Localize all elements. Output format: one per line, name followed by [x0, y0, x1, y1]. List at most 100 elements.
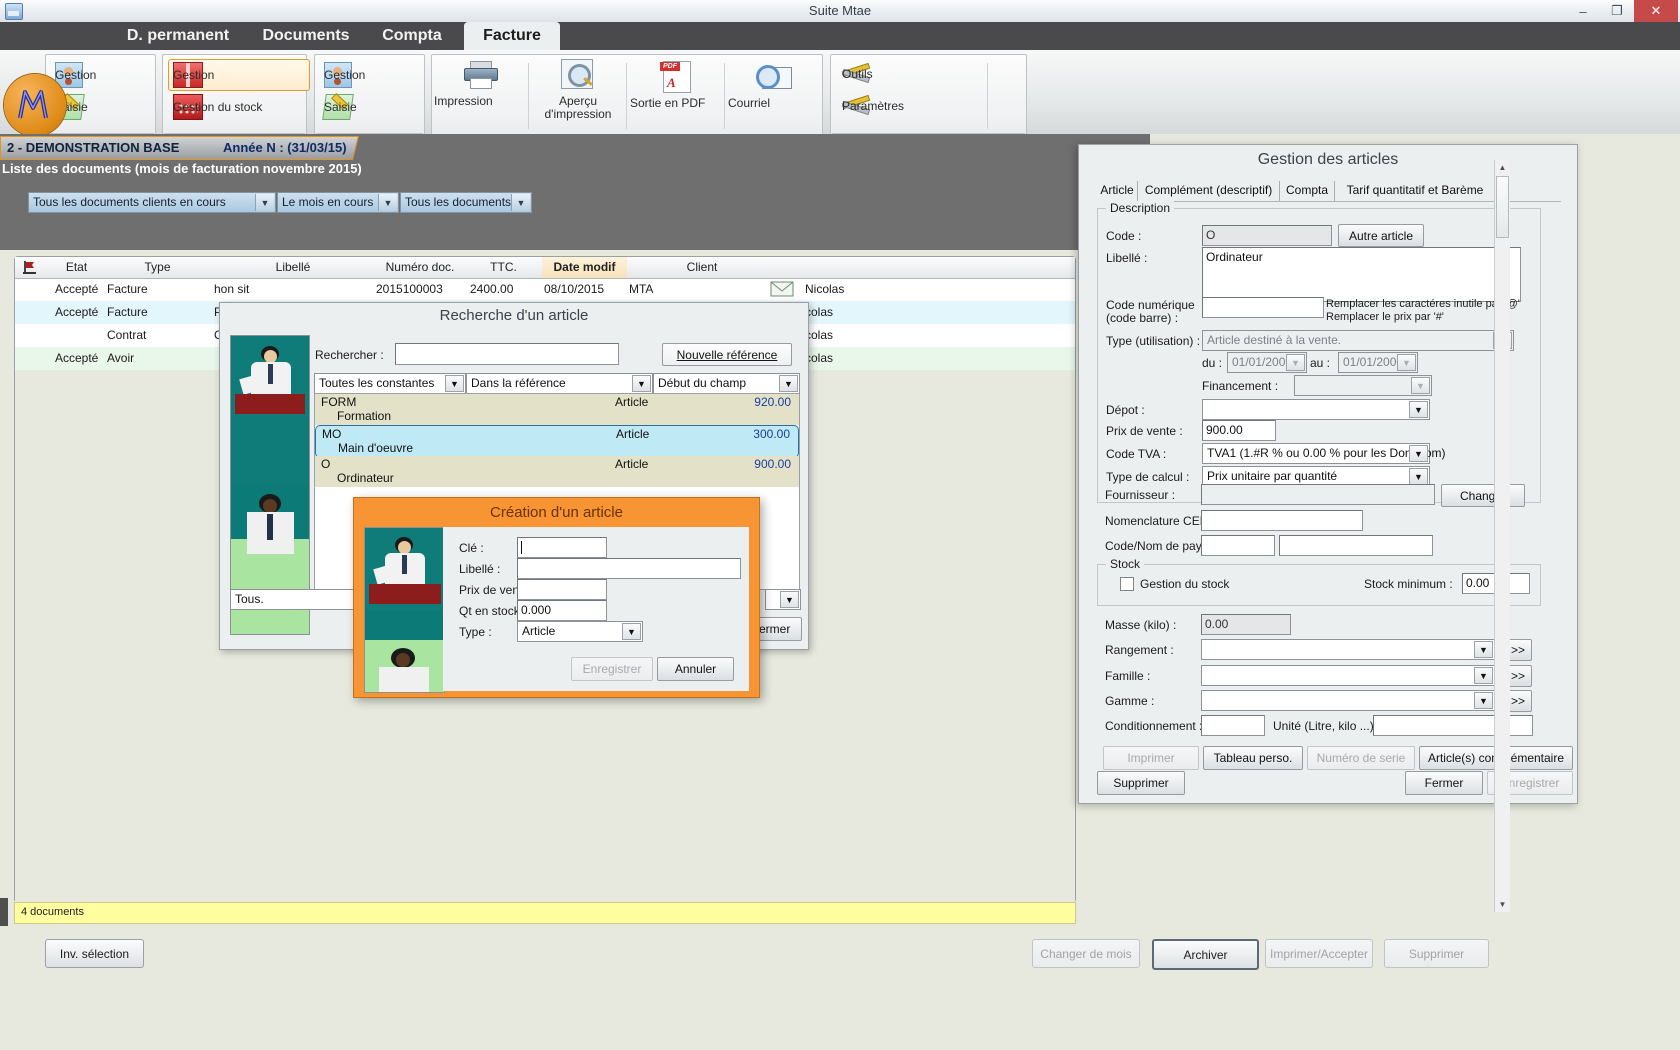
fournisseur-gestion-button[interactable]: Gestion	[319, 59, 429, 91]
filter-documents-select[interactable]: Tous les documents clients en cours ▼	[28, 192, 276, 213]
autre-article-button[interactable]: Autre article	[1338, 224, 1424, 247]
tab-article[interactable]: Article	[1097, 181, 1138, 203]
tab-compta[interactable]: Compta	[1280, 181, 1335, 201]
supprimer-button[interactable]: Supprimer	[1097, 771, 1185, 795]
base-tab[interactable]: 2 - DEMONSTRATION BASE Année N : (31/03/…	[0, 136, 358, 160]
list-item[interactable]: FORM Formation Article 920.00	[315, 394, 799, 425]
minimize-icon[interactable]: –	[1566, 1, 1600, 21]
libelle-input[interactable]	[517, 558, 741, 579]
financement-select[interactable]: ▼	[1294, 375, 1432, 396]
conditionnement-input[interactable]	[1201, 715, 1265, 736]
changer-de-mois-button[interactable]: Changer de mois	[1032, 939, 1140, 968]
prix-de-vente-input[interactable]: 900.00	[1202, 420, 1276, 441]
au-date-select[interactable]: 01/01/2000 ▼	[1338, 352, 1418, 373]
libelle-value: Ordinateur	[1206, 250, 1263, 264]
grid-header-ttc[interactable]: TTC.	[465, 257, 543, 278]
search-input[interactable]	[395, 343, 619, 365]
article-stock-button[interactable]: Gestion du stock	[168, 91, 310, 123]
grid-header-numero[interactable]: Numéro doc.	[375, 257, 466, 278]
list-item[interactable]: MO Main d'oeuvre Article 300.00	[315, 425, 799, 458]
au-label: au :	[1310, 356, 1330, 370]
article-gestion-button[interactable]: Gestion	[168, 59, 310, 91]
nomenclature-cee-input[interactable]	[1201, 510, 1363, 531]
chevron-down-icon: ▼	[632, 375, 651, 392]
list-item[interactable]: O Ordinateur Article 900.00	[315, 456, 799, 487]
sortie-pdf-button[interactable]: PDFA Sortie en PDF	[630, 61, 722, 94]
gamme-select[interactable]: ▼	[1201, 690, 1495, 711]
financement-label: Financement :	[1202, 379, 1278, 393]
search-bottom-select-2[interactable]: ▼	[765, 589, 801, 610]
search-match-select[interactable]: Début du champ ▼	[653, 373, 800, 394]
barcode-input[interactable]	[1202, 297, 1324, 318]
grid-header-flag[interactable]	[15, 257, 50, 278]
famille-select[interactable]: ▼	[1201, 665, 1495, 686]
code-input[interactable]: O	[1202, 225, 1332, 246]
code-pays-input[interactable]	[1201, 535, 1275, 556]
libelle-textarea[interactable]: Ordinateur	[1202, 247, 1521, 302]
result-price: 300.00	[753, 427, 790, 441]
close-icon[interactable]: ✕	[1634, 0, 1678, 22]
imprimer-accepter-button[interactable]: Imprimer/Accepter	[1265, 939, 1373, 968]
type-utilisation-select[interactable]: Article destiné à la vente. ▼	[1202, 330, 1514, 351]
prix-de-vente-input[interactable]	[517, 579, 607, 600]
grid-header-type[interactable]: Type	[104, 257, 212, 278]
parametres-label: Paramètres	[842, 99, 904, 113]
archiver-button[interactable]: Archiver	[1152, 939, 1259, 970]
changer-button[interactable]: Changer	[1441, 484, 1525, 507]
tab-facture[interactable]: Facture	[464, 22, 560, 50]
stock-legend: Stock	[1106, 557, 1144, 571]
nouvelle-reference-button[interactable]: Nouvelle référence	[662, 343, 792, 366]
gestion-du-stock-checkbox[interactable]	[1120, 577, 1134, 591]
scrollbar-thumb[interactable]	[1496, 176, 1509, 238]
numero-de-serie-button[interactable]: Numéro de serie	[1307, 746, 1415, 770]
au-date-value: 01/01/2000	[1343, 355, 1403, 369]
panel-scrollbar[interactable]: ▲ ▼	[1494, 160, 1510, 912]
fournisseur-input[interactable]	[1201, 484, 1435, 505]
tab-tarif[interactable]: Tarif quantitatif et Barème	[1335, 181, 1496, 201]
scroll-down-icon[interactable]: ▼	[1495, 897, 1510, 912]
grid-header-client[interactable]: Client	[627, 257, 778, 278]
rangement-select[interactable]: ▼	[1201, 639, 1495, 660]
search-field-select[interactable]: Dans la référence ▼	[466, 373, 653, 394]
inv-selection-button[interactable]: Inv. sélection	[45, 939, 144, 968]
tab-documents[interactable]: Documents	[252, 22, 360, 50]
grid-header-etat[interactable]: Etat	[49, 257, 105, 278]
apercu-impression-button[interactable]: Aperçu d'impression	[532, 59, 624, 92]
client-saisie-button[interactable]: Saisie	[50, 91, 160, 123]
grid-header-libelle[interactable]: Libellé	[211, 257, 376, 278]
tab-d-permanent[interactable]: D. permanent	[104, 22, 252, 50]
imprimer-button[interactable]: Imprimer	[1103, 746, 1199, 770]
type-select[interactable]: Article ▼	[517, 621, 643, 642]
table-row[interactable]: Accepté Facture hon sit 2015100003 2400.…	[15, 278, 1075, 301]
tab-complement[interactable]: Complément (descriptif)	[1138, 181, 1280, 201]
tableau-perso-button[interactable]: Tableau perso.	[1203, 746, 1303, 770]
scroll-up-icon[interactable]: ▲	[1495, 160, 1510, 175]
enregistrer-button[interactable]: Enregistrer	[571, 657, 653, 681]
grid-header-extra[interactable]	[777, 257, 1075, 278]
nom-pays-input[interactable]	[1279, 535, 1433, 556]
filter-type-select[interactable]: Tous les documents ▼	[400, 192, 532, 213]
client-gestion-button[interactable]: Gestion	[50, 59, 160, 91]
fermer-button[interactable]: Fermer	[1405, 771, 1483, 795]
parametres-button[interactable]: Paramètres	[837, 93, 987, 119]
barcode-label-line2: (code barre) :	[1106, 311, 1178, 325]
code-tva-select[interactable]: TVA1 (1.#R % ou 0.00 % pour les Dom-Tom)…	[1202, 443, 1430, 464]
qt-en-stock-input[interactable]: 0.000	[517, 600, 607, 621]
filter-period-select[interactable]: Le mois en cours ▼	[277, 192, 399, 213]
depot-select[interactable]: ▼	[1202, 399, 1430, 420]
impression-button[interactable]: Impression	[434, 61, 526, 92]
type-value: Article	[522, 624, 555, 638]
result-key: FORM	[321, 395, 356, 409]
annuler-button[interactable]: Annuler	[657, 657, 734, 681]
courriel-button[interactable]: Courriel	[728, 63, 820, 94]
cle-input[interactable]	[517, 537, 607, 558]
fournisseur-saisie-button[interactable]: Saisie	[319, 91, 429, 123]
du-date-select[interactable]: 01/01/2000 ▼	[1227, 352, 1307, 373]
search-scope-select[interactable]: Toutes les constantes ▼	[314, 373, 466, 394]
masse-input[interactable]: 0.00	[1201, 614, 1291, 635]
tab-compta[interactable]: Compta	[362, 22, 462, 50]
outils-button[interactable]: Outils	[837, 61, 987, 87]
maximize-icon[interactable]: ❐	[1600, 1, 1634, 21]
supprimer-button[interactable]: Supprimer	[1384, 939, 1489, 968]
grid-header-date-modif[interactable]: Date modif	[542, 257, 628, 278]
